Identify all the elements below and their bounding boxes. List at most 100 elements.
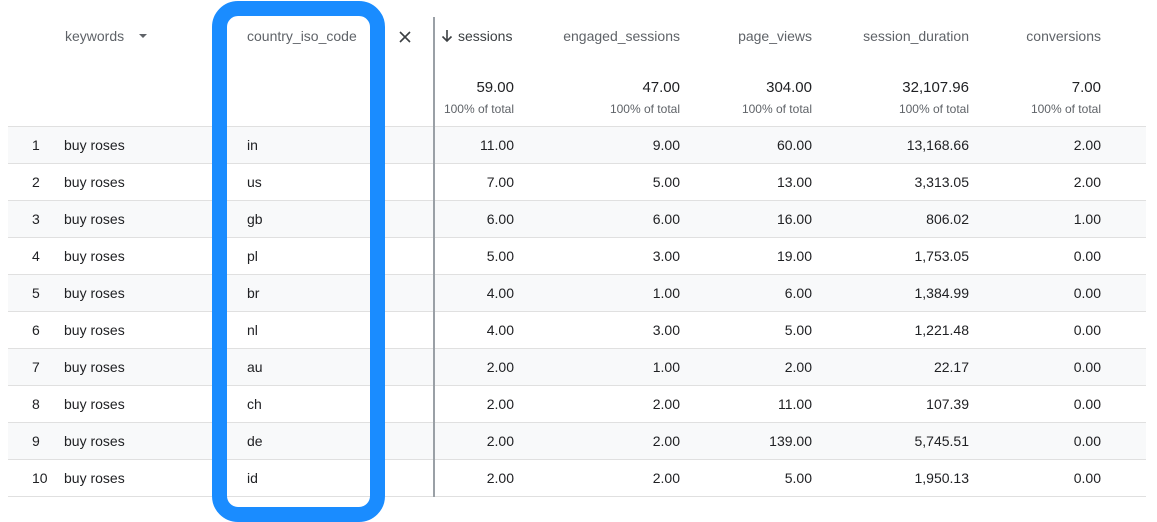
engaged-sessions-cell: 2.00 [652, 433, 680, 449]
keyword-cell: buy roses [64, 174, 125, 190]
keyword-cell: buy roses [64, 248, 125, 264]
country-cell: gb [247, 211, 263, 227]
page-views-cell: 5.00 [784, 322, 812, 338]
column-header-page-views[interactable]: page_views [738, 27, 812, 45]
row-index: 3 [32, 211, 40, 227]
keyword-cell: buy roses [64, 359, 125, 375]
table-row[interactable]: 4 buy roses pl 5.00 3.00 19.00 1,753.05 … [8, 237, 1146, 274]
column-header-country[interactable]: country_iso_code [247, 27, 357, 45]
column-header-sessions-label: sessions [458, 28, 513, 44]
column-header-engaged-sessions[interactable]: engaged_sessions [563, 27, 680, 45]
page-views-cell: 19.00 [776, 248, 812, 264]
row-index: 7 [32, 359, 40, 375]
conversions-cell: 0.00 [1073, 359, 1101, 375]
keyword-cell: buy roses [64, 285, 125, 301]
country-cell: pl [247, 248, 258, 264]
total-sessions: 59.00 [476, 79, 514, 96]
session-duration-cell: 22.17 [933, 359, 969, 375]
table-row[interactable]: 7 buy roses au 2.00 1.00 2.00 22.17 0.00 [8, 348, 1146, 385]
country-cell: id [247, 470, 258, 486]
conversions-cell: 0.00 [1073, 322, 1101, 338]
session-duration-cell: 3,313.05 [914, 174, 970, 190]
keyword-cell: buy roses [64, 211, 125, 227]
column-header-keywords-label: keywords [65, 28, 125, 44]
page-views-cell: 60.00 [776, 137, 812, 153]
table-row[interactable]: 10 buy roses id 2.00 2.00 5.00 1,950.13 … [8, 459, 1146, 497]
table-row[interactable]: 8 buy roses ch 2.00 2.00 11.00 107.39 0.… [8, 385, 1146, 422]
conversions-cell: 2.00 [1073, 174, 1101, 190]
page-views-cell: 11.00 [778, 396, 812, 412]
page-views-cell: 16.00 [776, 211, 812, 227]
conversions-cell: 0.00 [1073, 285, 1101, 301]
sessions-cell: 2.00 [486, 470, 514, 486]
session-duration-cell: 1,950.13 [914, 470, 970, 486]
keyword-cell: buy roses [64, 137, 125, 153]
page-views-cell: 2.00 [784, 359, 812, 375]
session-duration-cell: 1,384.99 [914, 285, 970, 301]
row-index: 5 [32, 285, 40, 301]
column-header-conversions-label: conversions [1026, 28, 1101, 44]
page-views-cell: 139.00 [769, 433, 812, 449]
table-row[interactable]: 2 buy roses us 7.00 5.00 13.00 3,313.05 … [8, 163, 1146, 200]
keyword-cell: buy roses [64, 322, 125, 338]
percent-of-total-session-duration: 100% of total [898, 102, 969, 116]
sessions-cell: 2.00 [486, 433, 514, 449]
table-row[interactable]: 1 buy roses in 11.00 9.00 60.00 13,168.6… [8, 126, 1146, 163]
conversions-cell: 0.00 [1073, 470, 1101, 486]
sessions-cell: 2.00 [486, 359, 514, 375]
total-engaged-sessions: 47.00 [642, 79, 680, 96]
sessions-cell: 11.00 [480, 137, 514, 153]
table-row[interactable]: 6 buy roses nl 4.00 3.00 5.00 1,221.48 0… [8, 311, 1146, 348]
session-duration-cell: 5,745.51 [914, 433, 970, 449]
sessions-cell: 4.00 [486, 322, 514, 338]
column-header-sessions[interactable]: sessions [440, 27, 512, 45]
country-cell: nl [247, 322, 258, 338]
row-index: 9 [32, 433, 40, 449]
row-index: 4 [32, 248, 40, 264]
column-header-session-duration[interactable]: session_duration [863, 27, 969, 45]
column-header-keywords[interactable]: keywords [65, 27, 152, 45]
engaged-sessions-cell: 3.00 [652, 248, 680, 264]
column-header-engaged-sessions-label: engaged_sessions [563, 28, 680, 44]
arrow-down-icon [441, 29, 453, 42]
conversions-cell: 0.00 [1073, 433, 1101, 449]
conversions-cell: 1.00 [1073, 211, 1101, 227]
total-conversions: 7.00 [1071, 79, 1101, 96]
engaged-sessions-cell: 2.00 [652, 396, 680, 412]
column-header-conversions[interactable]: conversions [1026, 27, 1101, 45]
page-views-cell: 5.00 [784, 470, 812, 486]
engaged-sessions-cell: 6.00 [652, 211, 680, 227]
percent-of-total-sessions: 100% of total [443, 102, 514, 116]
engaged-sessions-cell: 5.00 [652, 174, 680, 190]
conversions-cell: 0.00 [1073, 396, 1101, 412]
keyword-cell: buy roses [64, 396, 125, 412]
row-index: 10 [32, 470, 48, 486]
country-cell: us [247, 174, 262, 190]
row-index: 8 [32, 396, 40, 412]
total-session-duration: 32,107.96 [902, 79, 969, 96]
sessions-cell: 4.00 [486, 285, 514, 301]
table-row[interactable]: 3 buy roses gb 6.00 6.00 16.00 806.02 1.… [8, 200, 1146, 237]
page-views-cell: 13.00 [776, 174, 812, 190]
page-views-cell: 6.00 [784, 285, 812, 301]
row-index: 2 [32, 174, 40, 190]
keyword-cell: buy roses [64, 470, 125, 486]
engaged-sessions-cell: 9.00 [652, 137, 680, 153]
session-duration-cell: 1,221.48 [914, 322, 970, 338]
table-row[interactable]: 5 buy roses br 4.00 1.00 6.00 1,384.99 0… [8, 274, 1146, 311]
total-page-views: 304.00 [766, 79, 812, 96]
engaged-sessions-cell: 3.00 [652, 322, 680, 338]
row-index: 6 [32, 322, 40, 338]
close-icon[interactable] [398, 30, 412, 44]
column-header-country-label: country_iso_code [247, 28, 357, 44]
column-divider[interactable] [433, 17, 435, 497]
country-cell: br [247, 285, 260, 301]
row-index: 1 [32, 137, 40, 153]
table-row[interactable]: 9 buy roses de 2.00 2.00 139.00 5,745.51… [8, 422, 1146, 459]
country-cell: de [247, 433, 263, 449]
column-header-session-duration-label: session_duration [863, 28, 969, 44]
engaged-sessions-cell: 2.00 [652, 470, 680, 486]
sessions-cell: 2.00 [486, 396, 514, 412]
percent-of-total-conversions: 100% of total [1030, 102, 1101, 116]
caret-down-icon[interactable] [134, 27, 152, 45]
